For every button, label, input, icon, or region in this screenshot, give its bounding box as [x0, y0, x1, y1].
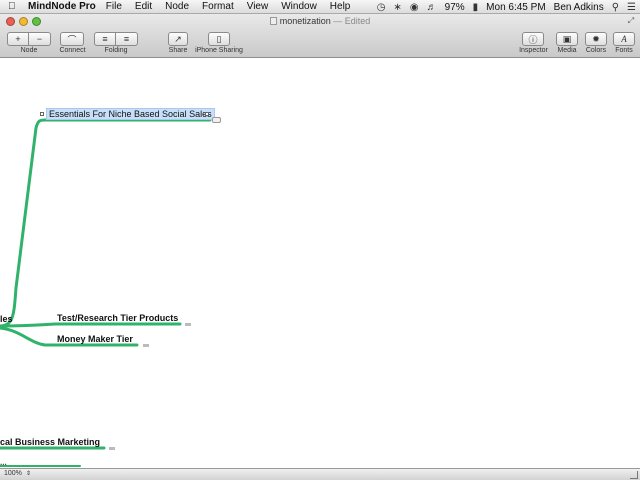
colors-group: ✹ [585, 32, 607, 46]
spotlight-icon[interactable]: ⚲ [612, 2, 619, 13]
time-machine-icon[interactable]: ◷ [377, 2, 386, 13]
media-icon: ▣ [562, 33, 572, 44]
share-label: Share [168, 47, 188, 54]
document-name: monetization [279, 16, 331, 26]
menu-edit[interactable]: Edit [135, 1, 152, 12]
collapse-indicator[interactable] [143, 344, 149, 347]
menu-format[interactable]: Format [202, 1, 234, 12]
connect-label: Connect [59, 47, 86, 54]
color-wheel-icon: ✹ [592, 33, 600, 44]
node-right-handle[interactable] [205, 112, 209, 116]
notification-center-icon[interactable]: ☰ [627, 2, 636, 13]
menu-extras: ◷ ∗ ◉ ♬ 97% ▮ Mon 6:45 PM Ben Adkins ⚲ ☰ [369, 0, 640, 14]
node-bottom-partial[interactable]: ... [0, 458, 7, 467]
connect-group: ⌒ [60, 32, 84, 46]
connect-icon: ⌒ [67, 34, 77, 45]
menu-app-name[interactable]: MindNode Pro [28, 1, 96, 12]
unfold-icon: ≡ [123, 34, 130, 44]
inspector-label: Inspector [519, 47, 548, 54]
add-node-button[interactable]: + [7, 32, 29, 46]
folding-segmented-control: ≡ ≡ [94, 32, 138, 46]
share-button[interactable]: ↗ [168, 32, 188, 46]
folding-label: Folding [104, 47, 128, 54]
menu-help[interactable]: Help [330, 1, 351, 12]
menu-window[interactable]: Window [281, 1, 317, 12]
iphone-sharing-label: iPhone Sharing [195, 47, 243, 54]
colors-label: Colors [585, 47, 607, 54]
iphone-sharing-group: ▯ [208, 32, 230, 46]
unfold-button[interactable]: ≡ [116, 32, 138, 46]
bluetooth-icon[interactable]: ∗ [394, 2, 402, 13]
zoom-level[interactable]: 100% [4, 470, 22, 477]
node-essentials[interactable]: Essentials For Niche Based Social Sales [46, 108, 215, 120]
menu-bar:  MindNode Pro File Edit Node Format Vie… [0, 0, 640, 14]
zoom-control[interactable]: 100% ⇕ [4, 470, 31, 477]
connect-button[interactable]: ⌒ [60, 32, 84, 46]
fonts-label: Fonts [615, 47, 633, 54]
collapse-indicator[interactable] [109, 447, 115, 450]
menu-view[interactable]: View [247, 1, 269, 12]
iphone-icon: ▯ [216, 33, 222, 44]
media-group: ▣ [556, 32, 578, 46]
share-icon: ↗ [174, 33, 182, 44]
window-toolbar: monetization — Edited ⤢ + − Node ⌒ Conne… [0, 14, 640, 58]
resize-grip-icon[interactable] [630, 471, 638, 479]
clock[interactable]: Mon 6:45 PM [486, 2, 545, 13]
fonts-button[interactable]: A [613, 32, 635, 46]
media-button[interactable]: ▣ [556, 32, 578, 46]
share-group: ↗ [168, 32, 188, 46]
branch-essentials [0, 118, 212, 328]
wifi-icon[interactable]: ◉ [410, 2, 419, 13]
node-label: Node [20, 47, 38, 54]
node-money-maker[interactable]: Money Maker Tier [57, 334, 133, 344]
note-icon[interactable] [212, 117, 221, 123]
font-icon: A [621, 34, 627, 44]
battery-percent[interactable]: 97% [445, 2, 465, 13]
node-local-business[interactable]: cal Business Marketing [0, 437, 100, 447]
fold-icon: ≡ [102, 34, 108, 44]
colors-button[interactable]: ✹ [585, 32, 607, 46]
node-segmented-control: + − [7, 32, 51, 46]
battery-icon: ▮ [472, 1, 479, 13]
menu-file[interactable]: File [106, 1, 122, 12]
iphone-sharing-button[interactable]: ▯ [208, 32, 230, 46]
document-icon[interactable] [269, 17, 277, 25]
edited-indicator[interactable]: — Edited [333, 16, 370, 26]
inspector-button[interactable]: ⓘ [522, 32, 544, 46]
fullscreen-icon[interactable]: ⤢ [626, 16, 636, 26]
branch-test-research [0, 322, 182, 328]
media-label: Media [557, 47, 577, 54]
apple-menu-icon[interactable]:  [8, 1, 20, 12]
node-test-research[interactable]: Test/Research Tier Products [57, 313, 178, 323]
zoom-stepper-icon[interactable]: ⇕ [26, 470, 31, 477]
info-icon: ⓘ [528, 34, 538, 45]
volume-icon[interactable]: ♬ [427, 2, 437, 13]
status-bar: 100% ⇕ [0, 468, 640, 480]
fonts-group: A [613, 32, 635, 46]
node-left-handle[interactable] [40, 112, 44, 116]
user-name[interactable]: Ben Adkins [554, 2, 604, 13]
collapse-indicator[interactable] [185, 323, 191, 326]
mindmap-canvas[interactable]: Essentials For Niche Based Social Sales … [0, 58, 640, 468]
node-root-partial[interactable]: les [0, 314, 13, 324]
fold-button[interactable]: ≡ [94, 32, 116, 46]
inspector-group: ⓘ [522, 32, 544, 46]
document-title: monetization — Edited [0, 16, 640, 26]
remove-node-button[interactable]: − [29, 32, 51, 46]
menu-node[interactable]: Node [165, 1, 189, 12]
